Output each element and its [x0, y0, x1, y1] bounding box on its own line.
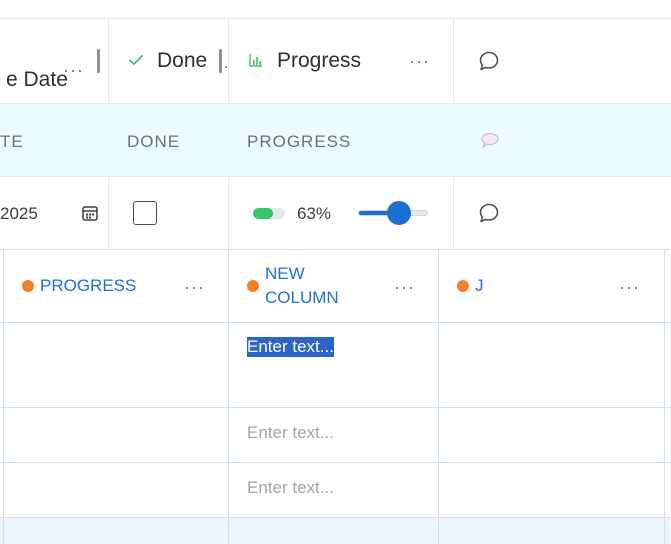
column-menu-button[interactable]: ···: [394, 278, 415, 296]
text-cell[interactable]: Enter text...: [229, 408, 438, 462]
date-value: 2025: [0, 204, 38, 223]
progress-slider-thumb[interactable]: [386, 201, 411, 225]
subheader-row: TE DONE PROGRESS: [0, 104, 671, 176]
column-menu-button[interactable]: ···: [619, 278, 640, 296]
progress-pill-fill: [253, 208, 274, 219]
subheader-label: PROGRESS: [247, 132, 352, 151]
cell-text-input-selected[interactable]: Enter text...: [247, 337, 334, 357]
column-header-label: Progress: [277, 49, 362, 72]
column-header-label: PROGRESS: [40, 276, 137, 295]
progress-pill: [253, 208, 285, 219]
done-checkbox[interactable]: [133, 201, 157, 225]
column-header-due-date[interactable]: e Date ···: [0, 19, 108, 104]
progress-cell[interactable]: 63%: [229, 177, 453, 249]
column-resize-handle[interactable]: [219, 49, 222, 73]
column-resize-handle[interactable]: [97, 49, 100, 73]
column-menu-button[interactable]: ···: [184, 278, 205, 296]
column-header-label: e Date: [6, 68, 68, 91]
subheader-label: DONE: [127, 132, 181, 151]
column-header-done[interactable]: Done ·: [109, 19, 229, 104]
cell-text-placeholder[interactable]: Enter text...: [247, 478, 334, 498]
column-menu-button[interactable]: ···: [63, 61, 84, 79]
column-header-progress-status[interactable]: PROGRESS ···: [4, 250, 228, 322]
progress-percent-label: 63%: [297, 204, 332, 223]
grid-line: [438, 518, 439, 544]
text-cell[interactable]: Enter text...: [229, 323, 438, 407]
row-divider: [0, 103, 671, 104]
status-dot: [247, 280, 259, 292]
grid-line: [3, 518, 4, 544]
comment-icon[interactable]: [478, 202, 500, 224]
status-dot: [457, 280, 469, 292]
bar-chart-icon: [248, 52, 264, 68]
comment-icon[interactable]: [478, 50, 500, 72]
subheader-label: TE: [0, 132, 24, 151]
column-header-label: Done: [157, 49, 208, 72]
date-cell[interactable]: 2025: [0, 177, 108, 249]
column-header-label: NEW COLUMN: [265, 264, 339, 307]
text-cell[interactable]: Enter text...: [229, 463, 438, 517]
grid-line: [664, 518, 665, 544]
column-header-progress[interactable]: Progress ···: [229, 19, 453, 104]
grid-line: [228, 518, 229, 544]
speech-bubble-emoji-icon: [480, 132, 500, 149]
column-header-label: J: [475, 276, 484, 295]
calendar-icon[interactable]: [81, 204, 99, 222]
column-header-new-column[interactable]: NEW COLUMN ···: [229, 250, 438, 322]
column-header-j[interactable]: J ···: [439, 250, 664, 322]
grid-line: [664, 249, 665, 544]
check-icon: [127, 51, 145, 69]
cell-text-placeholder[interactable]: Enter text...: [247, 423, 334, 443]
status-dot: [22, 280, 34, 292]
table-row[interactable]: [0, 518, 671, 544]
column-menu-button[interactable]: ···: [409, 52, 430, 70]
